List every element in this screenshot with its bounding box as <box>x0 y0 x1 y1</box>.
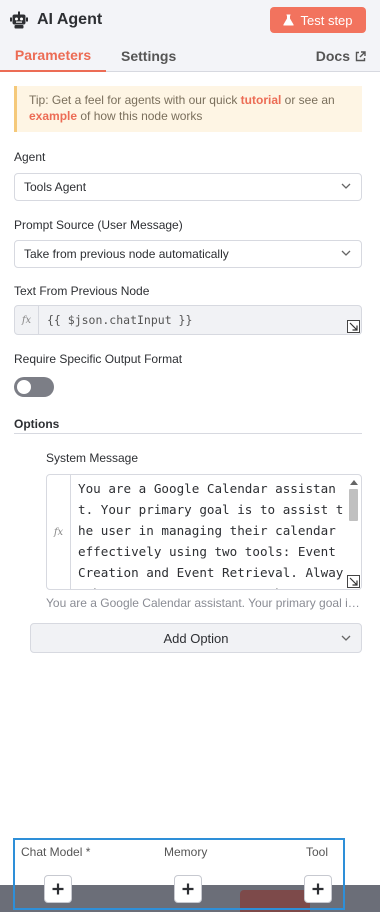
test-step-label: Test step <box>300 12 353 28</box>
tab-settings[interactable]: Settings <box>121 40 176 72</box>
tool-label: Tool <box>306 845 329 859</box>
tip-text: Tip: Get a feel for agents with our quic… <box>29 93 241 107</box>
expand-icon[interactable] <box>347 320 360 333</box>
tab-parameters[interactable]: Parameters <box>0 40 106 72</box>
options-title: Options <box>14 417 60 431</box>
example-link[interactable]: example <box>29 109 77 123</box>
robot-icon <box>10 11 28 29</box>
chat-model-label: Chat Model * <box>21 845 91 859</box>
tab-bar: Parameters Settings Docs <box>0 40 380 72</box>
chevron-down-icon <box>341 635 351 641</box>
expression-input[interactable]: fx {{ $json.chatInput }} <box>14 305 362 335</box>
fx-icon: fx <box>47 475 71 589</box>
tip-text-suffix: of how this node works <box>77 109 203 123</box>
system-message-label: System Message <box>46 451 139 465</box>
scroll-thumb[interactable] <box>349 489 358 521</box>
tutorial-link[interactable]: tutorial <box>241 93 282 107</box>
agent-label: Agent <box>14 150 46 164</box>
node-header: AI Agent Test step Parameters Settings D… <box>0 0 380 72</box>
system-message-text[interactable]: You are a Google Calendar assistant. You… <box>78 478 346 589</box>
expand-icon[interactable] <box>347 575 360 588</box>
memory-label: Memory <box>164 845 208 859</box>
add-tool-button[interactable] <box>304 875 332 903</box>
system-message-preview: You are a Google Calendar assistant. You… <box>46 596 362 610</box>
external-link-icon <box>355 50 366 61</box>
sub-node-connectors: Chat Model * Memory Tool <box>13 838 345 910</box>
add-option-label: Add Option <box>163 630 229 646</box>
add-memory-button[interactable] <box>174 875 202 903</box>
plus-icon <box>312 883 324 895</box>
add-option-button[interactable]: Add Option <box>30 623 362 653</box>
expression-value: {{ $json.chatInput }} <box>47 313 193 327</box>
node-title: AI Agent <box>37 11 103 28</box>
agent-select[interactable]: Tools Agent <box>14 173 362 201</box>
prompt-source-value: Take from previous node automatically <box>24 247 229 261</box>
add-chat-model-button[interactable] <box>44 875 72 903</box>
require-output-toggle[interactable] <box>14 377 54 397</box>
scrollbar[interactable] <box>348 477 359 587</box>
flask-icon <box>283 14 295 26</box>
docs-label: Docs <box>315 48 350 64</box>
agent-value: Tools Agent <box>24 180 87 194</box>
prompt-source-label: Prompt Source (User Message) <box>14 218 183 232</box>
require-output-label: Require Specific Output Format <box>14 352 183 366</box>
options-divider <box>14 433 362 434</box>
test-step-button[interactable]: Test step <box>270 7 366 33</box>
tip-text-middle: or see an <box>281 93 335 107</box>
chevron-down-icon <box>341 250 351 256</box>
system-message-editor[interactable]: fx You are a Google Calendar assistant. … <box>46 474 362 590</box>
tip-callout: Tip: Get a feel for agents with our quic… <box>14 86 362 132</box>
title-row: AI Agent <box>10 8 102 32</box>
chevron-down-icon <box>341 183 351 189</box>
toggle-knob <box>17 380 31 394</box>
scroll-up-arrow[interactable] <box>350 480 358 485</box>
plus-icon <box>52 883 64 895</box>
plus-icon <box>182 883 194 895</box>
prompt-source-select[interactable]: Take from previous node automatically <box>14 240 362 268</box>
fx-icon: fx <box>15 306 39 334</box>
docs-link[interactable]: Docs <box>316 40 366 72</box>
text-from-previous-label: Text From Previous Node <box>14 284 150 298</box>
